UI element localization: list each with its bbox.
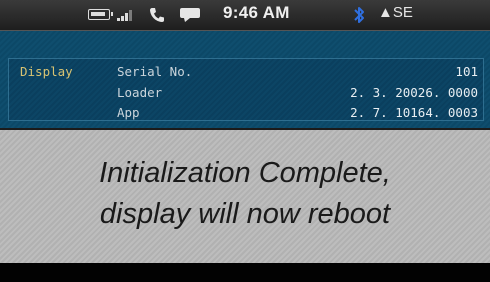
clock: 9:46 AM [223, 3, 290, 22]
compass-heading: ▲SE [378, 4, 413, 21]
battery-icon [88, 9, 113, 20]
status-bar: 9:46 AM ▲SE [0, 0, 490, 31]
signal-icon [117, 9, 137, 21]
message-line-1: Initialization Complete, [99, 157, 391, 189]
phone-icon [150, 8, 164, 22]
section-label: Display [20, 64, 73, 79]
message-line-2: display will now reboot [99, 198, 391, 230]
loader-label: Loader [117, 85, 163, 100]
loader-value: 2. 3. 20026. 0000 [350, 85, 478, 100]
app-value: 2. 7. 10164. 0003 [350, 105, 478, 120]
bluetooth-icon [354, 7, 364, 23]
bottom-bar [0, 263, 490, 282]
message-area: Initialization Complete, display will no… [0, 130, 490, 263]
chat-icon [180, 8, 200, 22]
serial-value: 101 [455, 64, 478, 79]
serial-label: Serial No. [117, 64, 193, 79]
app-label: App [117, 105, 140, 120]
